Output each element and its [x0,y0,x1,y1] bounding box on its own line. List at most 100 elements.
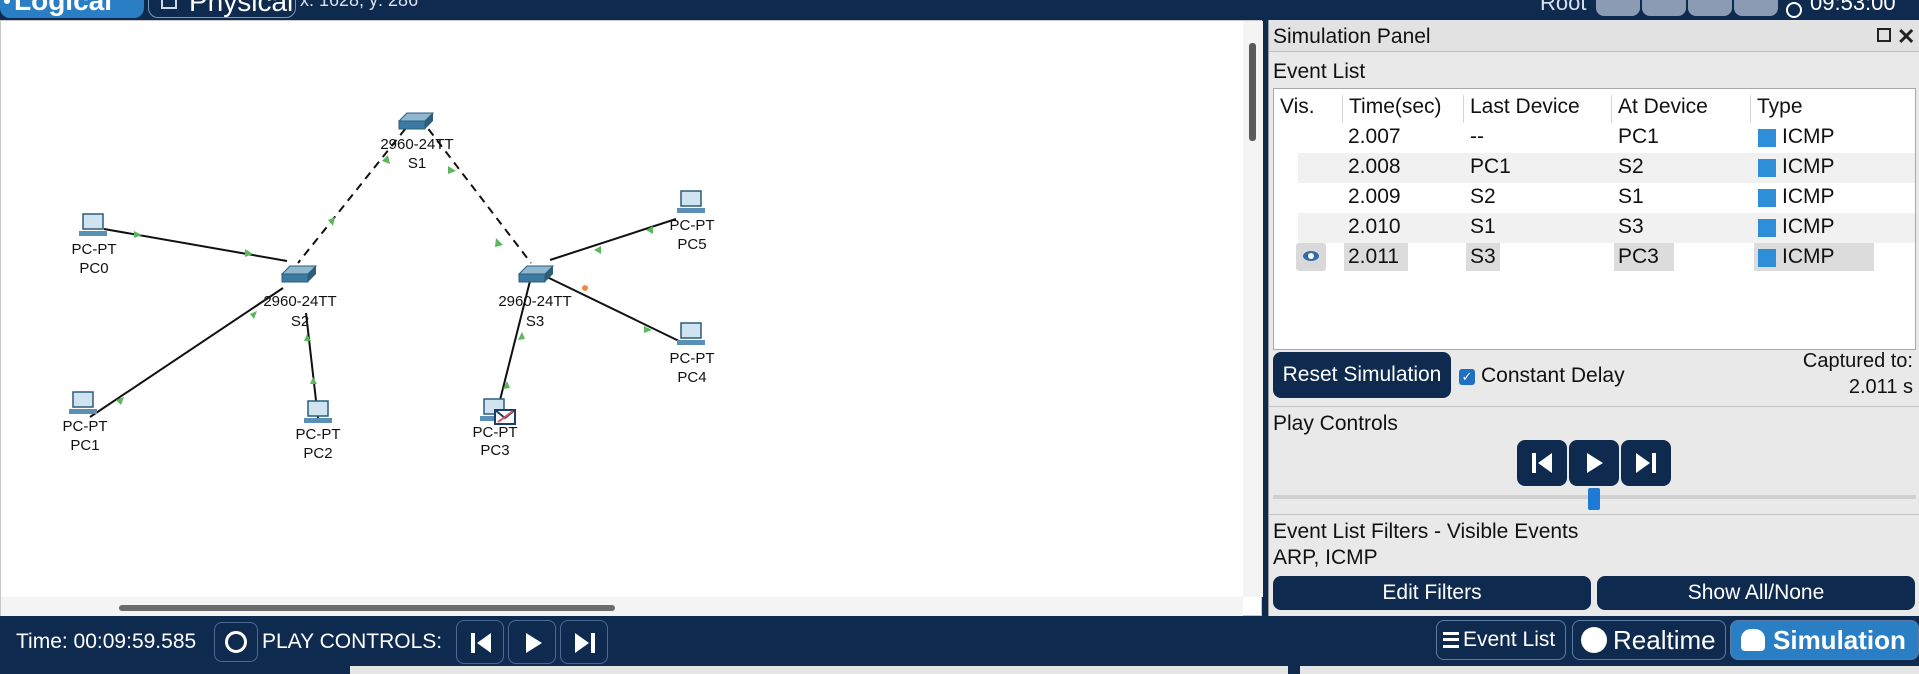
simulation-mode-button[interactable]: Simulation [1730,620,1919,660]
link-pc0-s2 [103,228,288,262]
pc-pc3[interactable]: PC-PT PC3 [473,398,518,459]
event-last-device: PC1 [1470,155,1511,178]
topology-diagram: 2960-24TT S1 2960-24TT S2 2960-24TT S3 P… [63,112,715,462]
play-controls-heading: Play Controls [1273,412,1398,435]
tab-logical[interactable]: Logical [0,0,144,18]
bottom-step-forward-button[interactable] [560,620,608,664]
icmp-color-swatch [1758,249,1776,267]
col-type[interactable]: Type [1750,95,1803,123]
event-at-device: PC3 [1614,243,1674,271]
tab-logical-label: Logical [14,0,113,16]
constant-delay-checkbox[interactable]: ✓ [1459,369,1475,385]
play-icon [526,633,542,653]
s1-type-label: 2960-24TT [380,136,453,153]
filters-heading: Event List Filters - Visible Events [1273,520,1579,543]
pc1-name-label: PC1 [70,437,99,454]
event-list-heading: Event List [1273,60,1366,83]
event-time: 2.010 [1348,215,1401,238]
s3-type-label: 2960-24TT [498,293,571,310]
bottom-play-button[interactable] [508,620,556,664]
captured-to-value: 2.011 s [1848,376,1913,398]
col-time[interactable]: Time(sec) [1342,95,1442,123]
simulation-label: Simulation [1773,625,1906,655]
event-row[interactable]: 2.007 -- PC1 ICMP [1274,123,1915,153]
simulation-panel-title: Simulation Panel [1273,25,1431,48]
show-all-none-button[interactable]: Show All/None [1597,576,1915,610]
event-row-selected[interactable]: 2.011 S3 PC3 ICMP [1274,243,1915,273]
workspace-horizontal-scrollbar[interactable] [1,597,1243,617]
reset-simulation-button[interactable]: Reset Simulation [1273,352,1451,398]
switch-s1[interactable]: 2960-24TT S1 [380,112,454,172]
pc-pc1[interactable]: PC-PT PC1 [63,391,108,454]
vertical-scroll-thumb[interactable] [1249,43,1256,141]
eye-icon[interactable] [1296,243,1326,271]
packet-tracer-window: Logical Physical x: 1628, y: 286 Root 09… [0,0,1919,674]
divider [1269,406,1919,407]
event-time: 2.007 [1348,125,1401,148]
pc-pc0[interactable]: PC-PT PC0 [72,213,117,277]
new-cluster-button[interactable] [1642,0,1686,16]
event-row[interactable]: 2.008 PC1 S2 ICMP [1298,153,1915,183]
tab-physical[interactable]: Physical [148,0,296,18]
event-type: ICMP [1754,213,1874,241]
skip-forward-icon [1636,453,1656,473]
col-at-device[interactable]: At Device [1611,95,1708,123]
reset-time-button[interactable] [214,622,258,662]
globe-icon [1786,2,1802,18]
set-background-button[interactable] [1734,0,1778,16]
realtime-mode-button[interactable]: Realtime [1572,620,1726,660]
physical-icon [161,0,177,9]
event-time: 2.009 [1348,185,1401,208]
move-object-button[interactable] [1688,0,1732,16]
event-row[interactable]: 2.010 S1 S3 ICMP [1298,213,1915,243]
skip-back-icon [1532,453,1552,473]
event-last-device: -- [1470,125,1484,148]
pc3-name-label: PC3 [480,442,509,459]
event-list-header-row: Vis. Time(sec) Last Device At Device Typ… [1274,89,1915,123]
s2-name-label: S2 [291,313,309,330]
restore-icon[interactable] [1877,28,1891,42]
switch-s3[interactable]: 2960-24TT S3 [498,265,572,330]
col-last-device[interactable]: Last Device [1463,95,1580,123]
event-list-table: Vis. Time(sec) Last Device At Device Typ… [1273,88,1916,350]
event-time: 2.011 [1344,243,1408,271]
event-type: ICMP [1754,153,1874,181]
event-last-device: S2 [1470,185,1496,208]
pc4-name-label: PC4 [677,369,706,386]
pc0-name-label: PC0 [79,260,108,277]
close-icon[interactable]: ✕ [1897,20,1915,54]
pdu-envelope-icon[interactable] [494,409,516,425]
back-button[interactable] [1596,0,1640,16]
reset-clock-icon [225,631,247,653]
horizontal-scroll-thumb[interactable] [119,605,615,611]
edit-filters-button[interactable]: Edit Filters [1273,576,1591,610]
link-status-indicators [116,155,653,405]
event-list-toggle-button[interactable]: Event List [1436,620,1566,660]
pc-pc5[interactable]: PC-PT PC5 [670,190,715,253]
pc3-type-label: PC-PT [473,424,518,441]
col-vis[interactable]: Vis. [1274,95,1315,123]
device-type-strip [350,666,1288,674]
tab-physical-label: Physical [189,0,294,17]
event-row[interactable]: 2.009 S2 S1 ICMP [1274,183,1915,213]
topology-canvas[interactable]: 2960-24TT S1 2960-24TT S2 2960-24TT S3 P… [1,21,1243,597]
logical-workspace[interactable]: 2960-24TT S1 2960-24TT S2 2960-24TT S3 P… [0,20,1263,617]
pc-pc2[interactable]: PC-PT PC2 [296,400,341,462]
bottom-step-back-button[interactable] [456,620,504,664]
play-button[interactable] [1569,440,1619,486]
step-back-button[interactable] [1517,440,1567,486]
logical-dot-icon [4,0,10,4]
event-at-device: PC1 [1618,125,1659,148]
playback-speed-thumb[interactable] [1588,488,1600,510]
event-at-device: S1 [1618,185,1644,208]
workspace-vertical-scrollbar[interactable] [1243,21,1263,597]
captured-to-label: Captured to: [1802,350,1913,372]
cursor-coordinates: x: 1628, y: 286 [300,0,419,10]
icmp-color-swatch [1758,219,1776,237]
event-type: ICMP [1754,243,1874,271]
pc-pc4[interactable]: PC-PT PC4 [670,322,715,386]
pc1-type-label: PC-PT [63,418,108,435]
event-last-device: S3 [1466,243,1500,271]
step-forward-button[interactable] [1621,440,1671,486]
switch-s2[interactable]: 2960-24TT S2 [263,265,337,330]
